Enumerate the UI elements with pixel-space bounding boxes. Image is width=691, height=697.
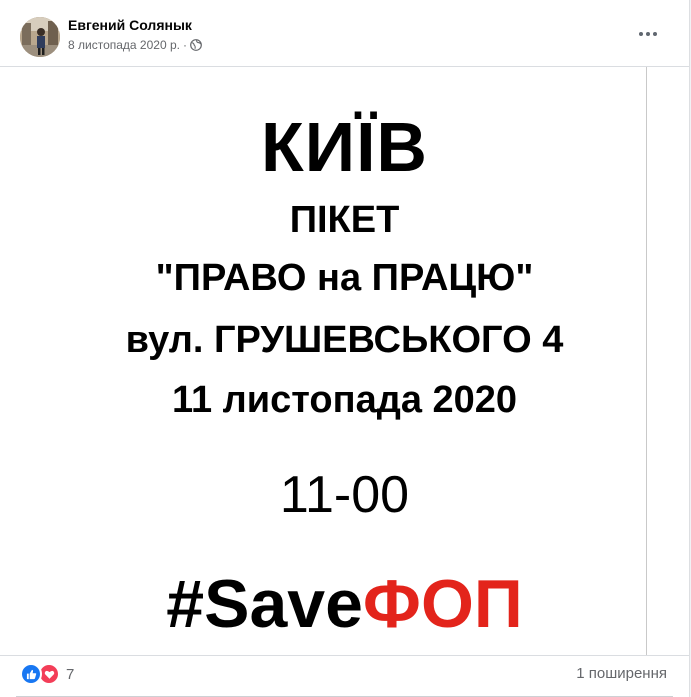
meta-separator: · bbox=[182, 38, 187, 52]
poster-date: 11 листопада 2020 bbox=[171, 379, 518, 421]
author-avatar[interactable] bbox=[20, 17, 60, 57]
shares-count[interactable]: 1 поширення bbox=[576, 665, 667, 682]
poster-city: КИЇВ bbox=[261, 108, 428, 186]
globe-icon[interactable] bbox=[190, 39, 202, 51]
poster-time: 11-00 bbox=[279, 466, 410, 524]
post-header: Евгений Солянык 8 листопада 2020 р. · bbox=[0, 0, 689, 66]
poster-street: вул. ГРУШЕВСЬКОГО 4 bbox=[125, 319, 564, 361]
poster-picket: ПІКЕТ bbox=[289, 199, 400, 241]
reaction-count: 7 bbox=[66, 665, 75, 683]
author-name[interactable]: Евгений Солянык bbox=[68, 17, 192, 33]
post-date[interactable]: 8 листопада 2020 р. bbox=[68, 38, 180, 52]
post-footer: 7 1 поширення bbox=[0, 655, 689, 697]
more-options-icon[interactable] bbox=[630, 24, 666, 44]
more-dot bbox=[653, 32, 657, 36]
more-dot bbox=[639, 32, 643, 36]
post-image[interactable]: КИЇВ ПІКЕТ "ПРАВО на ПРАЦЮ" вул. ГРУШЕВС… bbox=[0, 66, 689, 656]
more-dot bbox=[646, 32, 650, 36]
post-meta: 8 листопада 2020 р. · bbox=[68, 38, 202, 52]
poster-title: "ПРАВО на ПРАЦЮ" bbox=[155, 257, 534, 299]
hashtag-black-part: #Save bbox=[166, 566, 363, 642]
post-card: Евгений Солянык 8 листопада 2020 р. · КИ… bbox=[0, 0, 690, 697]
avatar-photo bbox=[20, 17, 60, 57]
poster-hashtag: #SaveФОП bbox=[0, 565, 689, 643]
like-icon bbox=[20, 663, 42, 685]
hashtag-red-part: ФОП bbox=[362, 566, 523, 642]
reactions-summary[interactable]: 7 bbox=[20, 663, 74, 685]
